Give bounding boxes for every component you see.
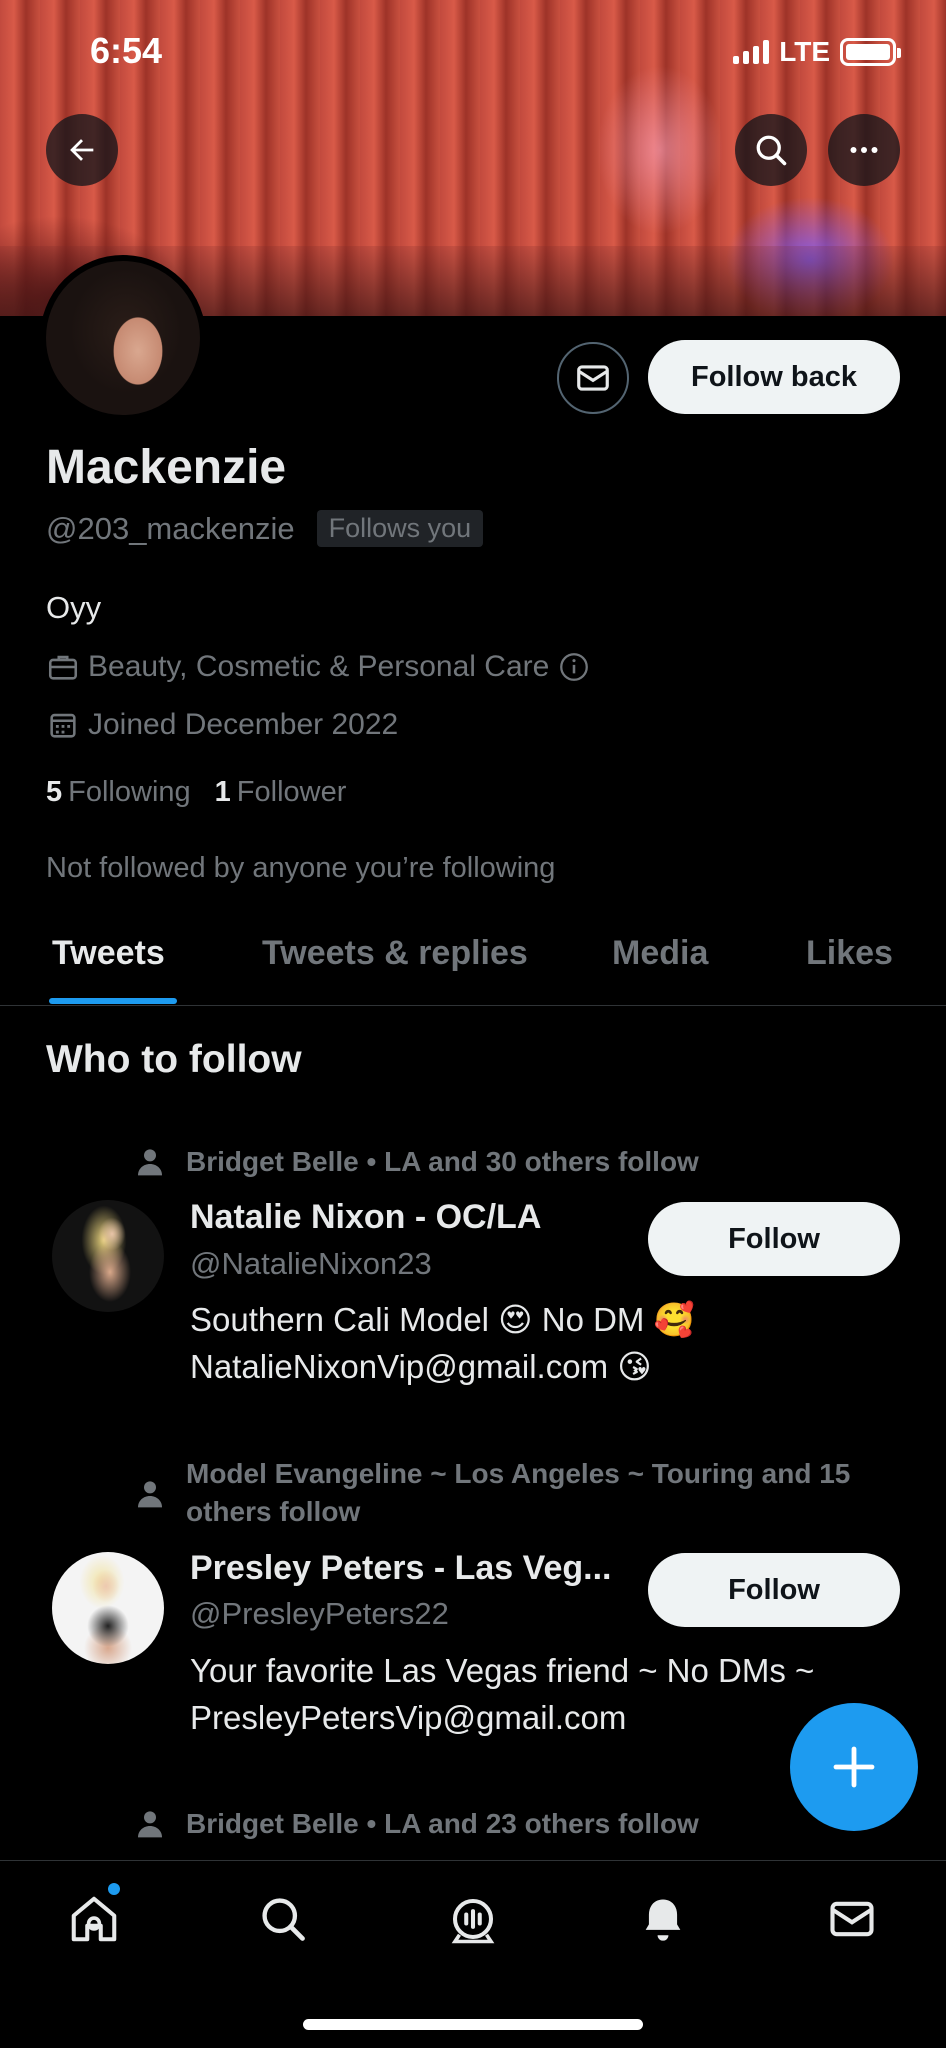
tab-tweets[interactable]: Tweets	[52, 934, 165, 973]
info-icon[interactable]	[557, 650, 591, 684]
nav-messages[interactable]	[822, 1889, 882, 1949]
home-icon	[71, 1896, 117, 1942]
profile-joined: Joined December 2022	[46, 708, 398, 742]
tab-media[interactable]: Media	[612, 934, 708, 973]
profile-name: Mackenzie	[46, 441, 287, 494]
suggestion-avatar[interactable]	[52, 1552, 164, 1664]
notification-dot	[108, 1883, 120, 1895]
profile-tabs: Tweets Tweets & replies Media Likes	[0, 930, 946, 1006]
profile-category: Beauty, Cosmetic & Personal Care	[46, 650, 591, 684]
profile-bio: Oyy	[46, 590, 102, 625]
suggestion-bio: Southern Cali Model 😍 No DM 🥰 NatalieNix…	[190, 1296, 910, 1390]
nav-notifications[interactable]	[633, 1889, 693, 1949]
compose-tweet-button[interactable]	[790, 1703, 918, 1831]
signal-icon	[733, 40, 770, 64]
profile-avatar[interactable]	[40, 255, 206, 421]
suggestion-name[interactable]: Presley Peters - Las Veg...	[190, 1549, 611, 1588]
status-time: 6:54	[90, 30, 163, 71]
suggestion-bio-line: NatalieNixonVip@gmail.com 😘	[190, 1348, 652, 1385]
not-followed-text: Not followed by anyone you’re following	[46, 852, 556, 884]
followers-link[interactable]: 1 Follower	[215, 776, 347, 809]
social-context: Bridget Belle • LA and 23 others follow	[132, 1805, 892, 1843]
network-label: LTE	[779, 36, 830, 67]
envelope-icon	[577, 365, 609, 391]
handle-row: @203_mackenzie Follows you	[46, 510, 484, 547]
status-bar: 6:54 LTE	[0, 0, 946, 100]
follow-back-button[interactable]: Follow back	[648, 340, 900, 414]
social-context: Bridget Belle • LA and 30 others follow	[132, 1143, 892, 1181]
search-icon	[262, 1898, 305, 1941]
battery-icon	[840, 38, 901, 66]
envelope-icon	[830, 1901, 874, 1937]
suggestion-bio-line: Southern Cali Model 😍 No DM 🥰	[190, 1301, 695, 1338]
category-text: Beauty, Cosmetic & Personal Care	[88, 650, 550, 683]
follows-you-badge: Follows you	[316, 510, 484, 547]
suggestion-bio: Your favorite Las Vegas friend ~ No DMs …	[190, 1647, 910, 1741]
spaces-icon	[451, 1898, 495, 1944]
tab-tweets-replies[interactable]: Tweets & replies	[262, 934, 528, 973]
follow-button[interactable]: Follow	[648, 1553, 900, 1627]
nav-search[interactable]	[253, 1889, 313, 1949]
person-icon	[132, 1475, 168, 1513]
follow-button[interactable]: Follow	[648, 1202, 900, 1276]
more-horizontal-icon	[850, 147, 878, 153]
nav-spaces[interactable]	[443, 1889, 503, 1949]
bell-icon	[645, 1899, 681, 1941]
suggestion-handle: @PresleyPeters22	[190, 1596, 449, 1631]
suggestion-name[interactable]: Natalie Nixon - OC/LA	[190, 1198, 541, 1237]
person-icon	[132, 1143, 168, 1181]
active-tab-indicator	[49, 998, 177, 1004]
plus-icon	[833, 1746, 875, 1788]
followers-count: 1	[214, 776, 231, 808]
message-button[interactable]	[557, 342, 629, 414]
followers-label: Follower	[236, 776, 347, 808]
person-icon	[132, 1805, 168, 1843]
social-context-text: Bridget Belle • LA and 30 others follow	[186, 1146, 699, 1177]
social-context-text: Model Evangeline ~ Los Angeles ~ Touring…	[186, 1458, 851, 1527]
follow-counts: 5 Following 1 Follower	[46, 776, 346, 809]
arrow-left-icon	[70, 139, 94, 161]
who-to-follow-title: Who to follow	[46, 1038, 302, 1081]
suggestion-bio-line: Your favorite Las Vegas friend ~ No DMs …	[190, 1652, 815, 1689]
nav-home[interactable]	[64, 1889, 124, 1949]
status-indicators: LTE	[733, 36, 901, 68]
following-count: 5	[46, 776, 63, 808]
following-label: Following	[68, 776, 191, 808]
suggestion-handle: @NatalieNixon23	[190, 1246, 432, 1281]
home-indicator	[303, 2019, 643, 2030]
social-context-text: Bridget Belle • LA and 23 others follow	[186, 1808, 699, 1839]
search-button[interactable]	[735, 114, 807, 186]
briefcase-icon	[48, 655, 78, 680]
search-icon	[756, 135, 787, 166]
following-link[interactable]: 5 Following	[46, 776, 191, 809]
profile-handle: @203_mackenzie	[46, 510, 295, 546]
social-context: Model Evangeline ~ Los Angeles ~ Touring…	[132, 1455, 892, 1531]
joined-text: Joined December 2022	[88, 708, 399, 741]
more-button[interactable]	[828, 114, 900, 186]
calendar-icon	[50, 713, 76, 738]
suggestion-avatar[interactable]	[52, 1200, 164, 1312]
tab-likes[interactable]: Likes	[806, 934, 893, 973]
back-button[interactable]	[46, 114, 118, 186]
